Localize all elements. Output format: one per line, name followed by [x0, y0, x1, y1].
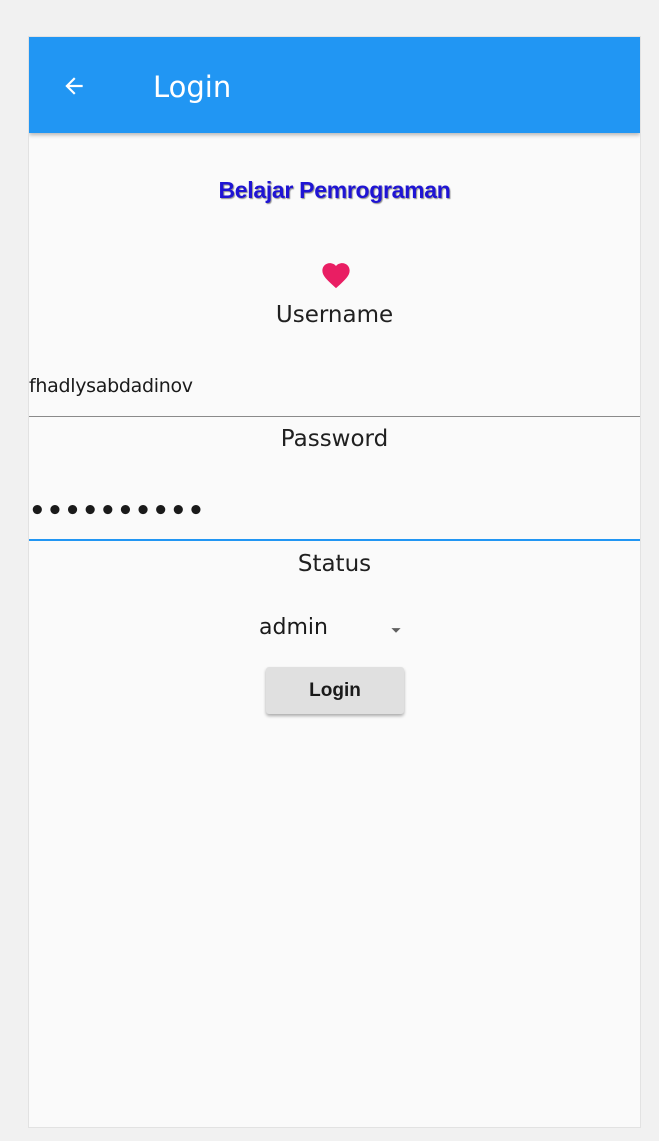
- app-bar-title: Login: [153, 70, 232, 104]
- status-dropdown[interactable]: admin: [259, 605, 409, 653]
- arrow-left-icon: [65, 77, 83, 95]
- password-field[interactable]: [29, 483, 640, 539]
- username-label: Username: [275, 302, 394, 328]
- status-label: Status: [297, 551, 372, 577]
- page-heading: Belajar Pemrograman: [218, 177, 451, 203]
- username-field-container: [29, 355, 640, 417]
- heart-icon: [322, 263, 350, 289]
- app-window: Login Belajar Pemrograman Username Passw…: [28, 36, 641, 1128]
- caret-down-icon: [391, 628, 401, 633]
- password-field-container: [29, 483, 640, 541]
- username-field[interactable]: [29, 355, 640, 416]
- app-bar: Login: [29, 37, 640, 133]
- status-selected-value: admin: [259, 615, 328, 640]
- back-button[interactable]: [51, 63, 97, 109]
- password-label: Password: [280, 426, 389, 452]
- login-button[interactable]: Login: [266, 667, 404, 714]
